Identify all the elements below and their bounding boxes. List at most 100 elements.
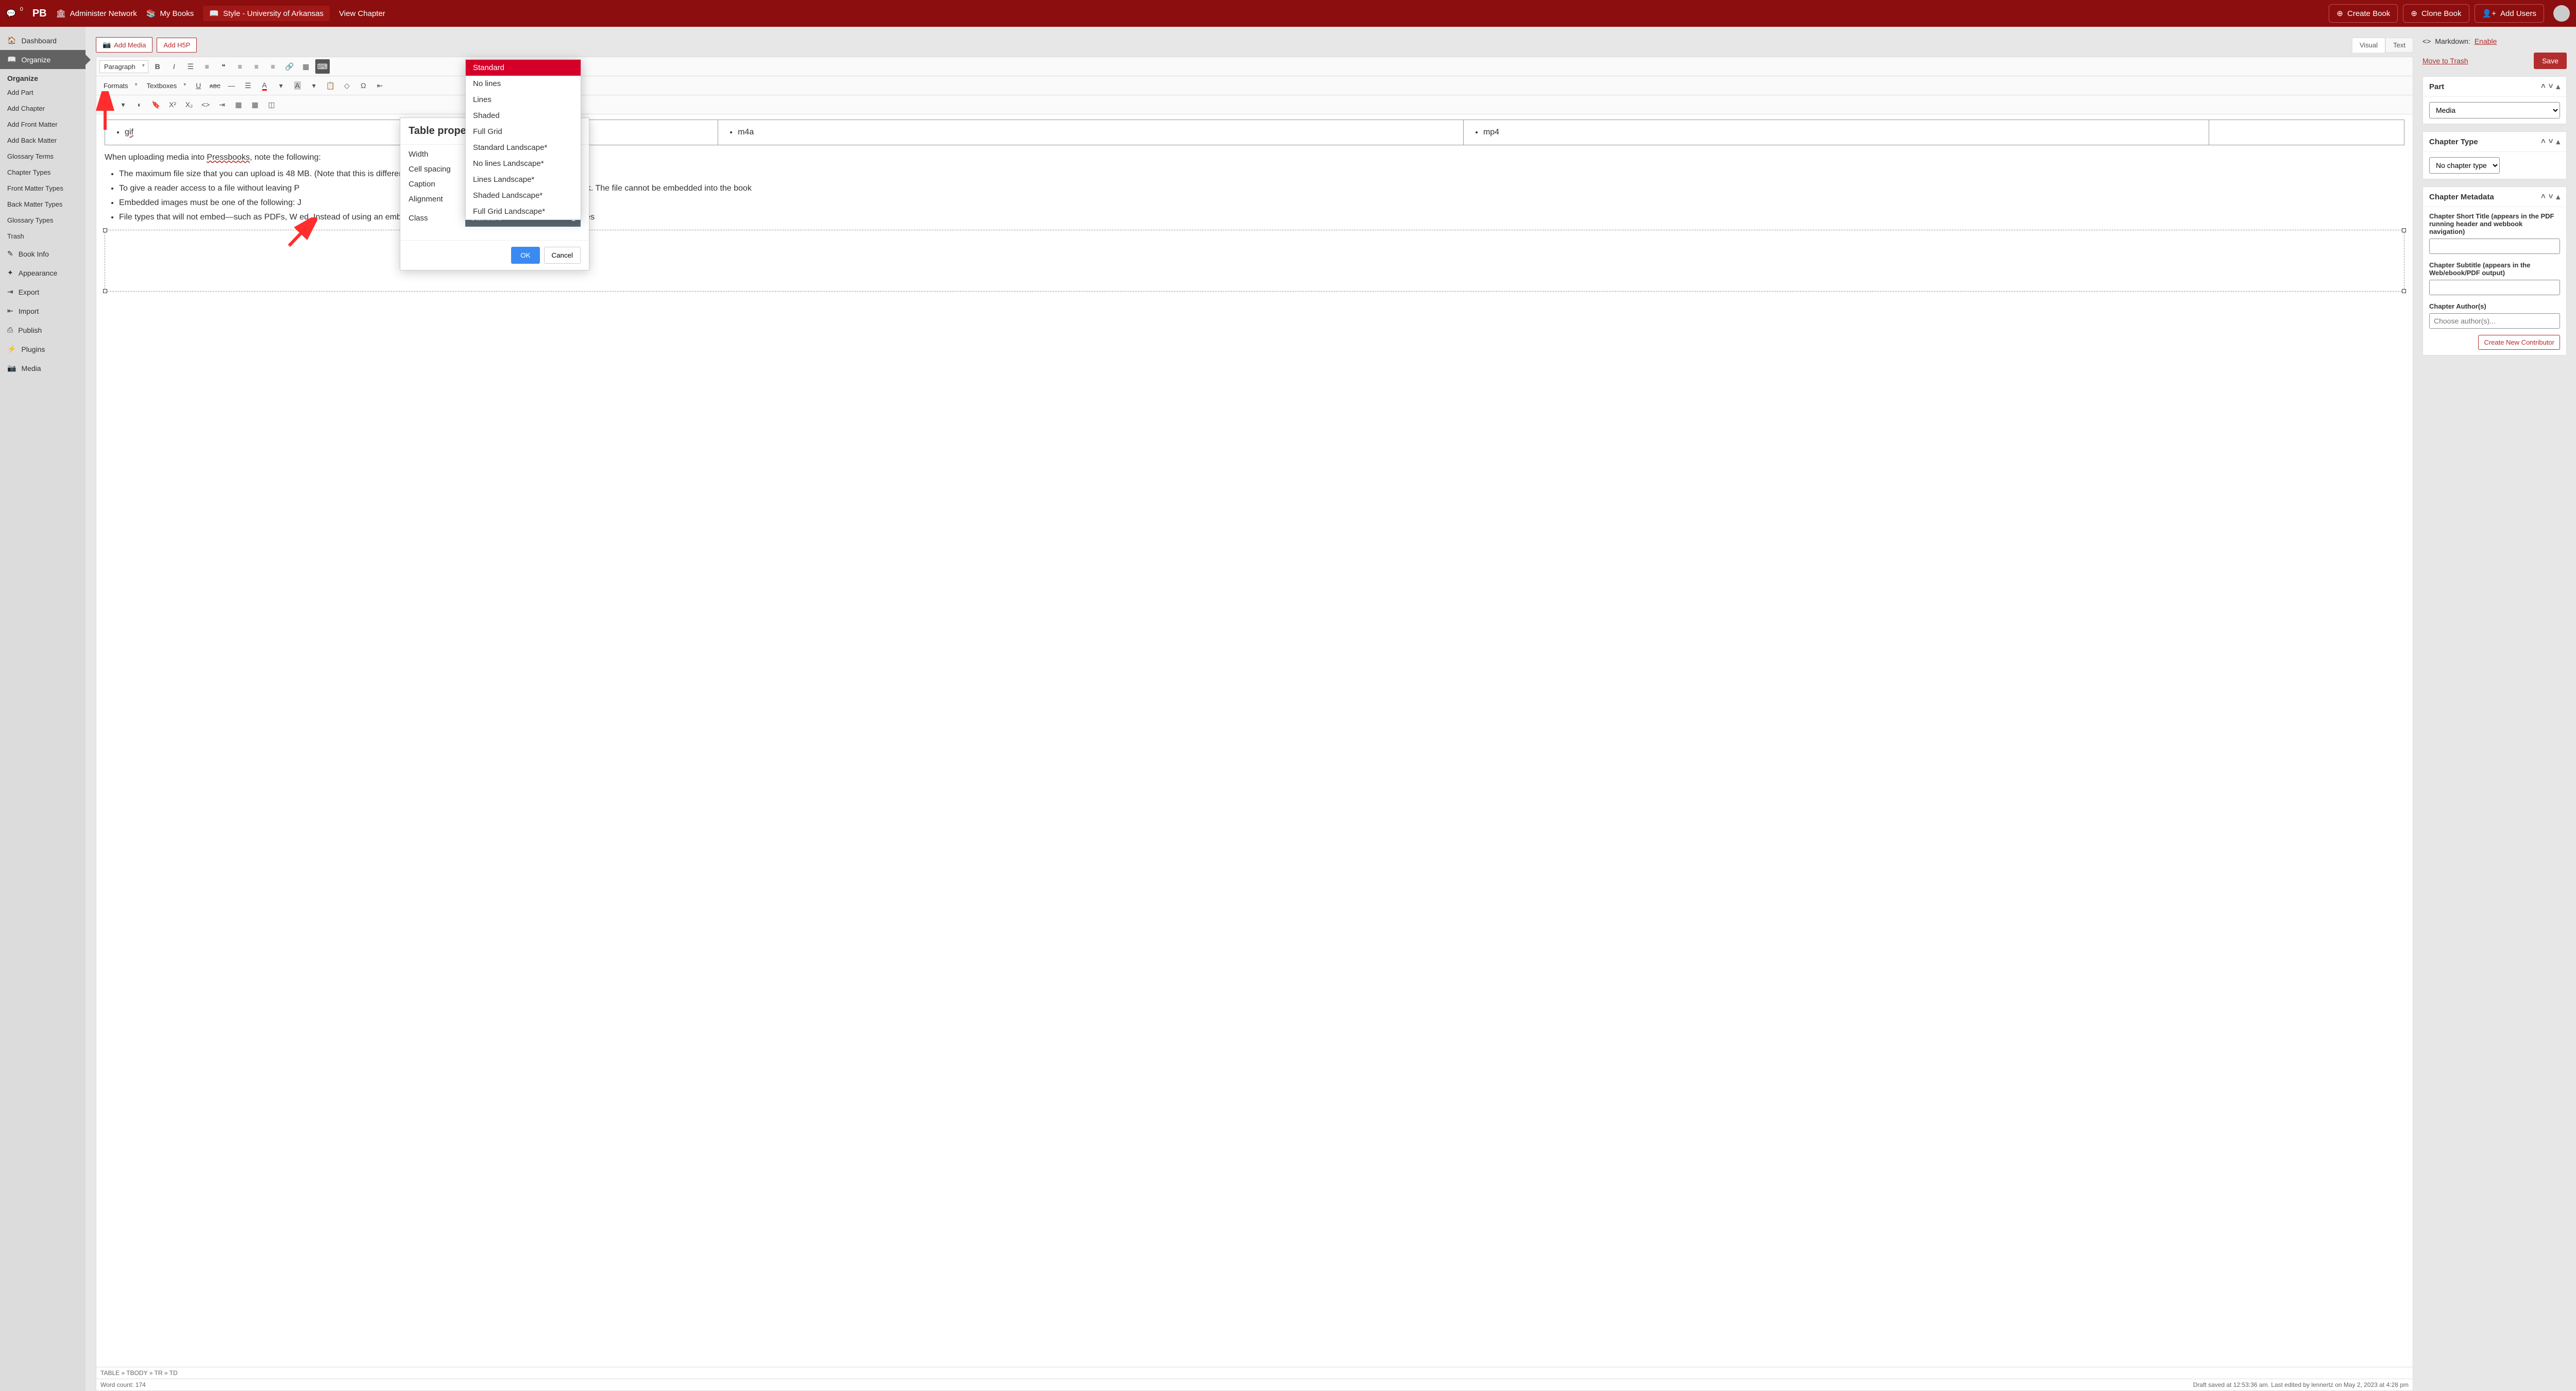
caret-up-icon[interactable]: ▴ [2556, 82, 2560, 91]
dropdown-item[interactable]: Lines [466, 92, 581, 108]
bold-button[interactable]: B [150, 59, 165, 74]
dropdown-item[interactable]: No lines [466, 76, 581, 92]
number-list-button[interactable]: ≡ [200, 59, 214, 74]
omega-button[interactable]: Ω [356, 78, 370, 93]
chevron-up-icon[interactable]: ˄ [2541, 137, 2546, 146]
chaptertype-head[interactable]: Chapter Type ˄ ˅ ▴ [2423, 132, 2566, 152]
justify-button[interactable]: ☰ [241, 78, 255, 93]
path-bar[interactable]: TABLE » TBODY » TR » TD [96, 1367, 2413, 1379]
align-center-button[interactable]: ≡ [249, 59, 264, 74]
resize-handle[interactable] [103, 228, 107, 232]
trash[interactable]: Trash [0, 228, 86, 244]
add-back-matter[interactable]: Add Back Matter [0, 132, 86, 148]
move-to-trash[interactable]: Move to Trash [2422, 57, 2468, 65]
dropdown-item[interactable]: Standard [466, 60, 581, 76]
sidebar-dashboard[interactable]: 🏠 Dashboard [0, 31, 86, 50]
dropdown-item[interactable]: No lines Landscape* [466, 156, 581, 172]
textcolor-button[interactable]: A [257, 78, 272, 93]
sidebar-appearance[interactable]: ✦ Appearance [0, 263, 86, 282]
table-cell[interactable]: mp4 [1463, 120, 2209, 145]
code-button[interactable]: <> [198, 97, 213, 112]
caret-up-icon[interactable]: ▴ [2556, 137, 2560, 146]
pie-icon[interactable]: ◐ [132, 97, 147, 112]
quote-button[interactable]: ❝ [216, 59, 231, 74]
layout-icon[interactable]: ◫ [264, 97, 279, 112]
view-chapter[interactable]: View Chapter [339, 9, 385, 18]
clear-format-button[interactable]: ◇ [340, 78, 354, 93]
add-users-button[interactable]: 👤+ Add Users [2475, 4, 2544, 23]
hr-button[interactable]: — [224, 78, 239, 93]
part-panel-head[interactable]: Part ˄ ˅ ▴ [2423, 77, 2566, 97]
sidebar-media[interactable]: 📷 Media [0, 359, 86, 378]
add-part[interactable]: Add Part [0, 84, 86, 100]
tab-text[interactable]: Text [2385, 38, 2413, 53]
formats-select[interactable]: Formats [99, 80, 141, 92]
glossary-types[interactable]: Glossary Types [0, 212, 86, 228]
chevron-up-icon[interactable]: ˄ [2541, 192, 2546, 201]
grid2-icon[interactable]: ▦ [248, 97, 262, 112]
add-media-button[interactable]: 📷 Add Media [96, 37, 152, 53]
glossary-terms[interactable]: Glossary Terms [0, 148, 86, 164]
dropdown-item[interactable]: Shaded [466, 108, 581, 124]
user-avatar[interactable] [2553, 5, 2570, 22]
bgcolor-chevron[interactable]: ▾ [307, 78, 321, 93]
chevron-down-icon[interactable]: ˅ [2549, 192, 2553, 201]
add-h5p-button[interactable]: Add H5P [157, 38, 197, 53]
sidebar-import[interactable]: ⇤ Import [0, 301, 86, 320]
dropdown-item[interactable]: Full Grid Landscape* [466, 203, 581, 219]
resize-handle[interactable] [2402, 289, 2406, 293]
sidebar-book-info[interactable]: ✎ Book Info [0, 244, 86, 263]
outdent-button[interactable]: ⇤ [372, 78, 387, 93]
front-matter-types[interactable]: Front Matter Types [0, 180, 86, 196]
comments-link[interactable]: 💬 0 [6, 9, 23, 18]
bookmark-icon[interactable]: 🔖 [149, 97, 163, 112]
authors-input[interactable] [2429, 313, 2560, 329]
clone-book-button[interactable]: ⊕ Clone Book [2403, 4, 2469, 23]
markdown-enable-link[interactable]: Enable [2475, 37, 2497, 45]
grid1-icon[interactable]: ▦ [231, 97, 246, 112]
subscript-button[interactable]: X₂ [182, 97, 196, 112]
strike-button[interactable]: ᴀʙᴄ [208, 78, 222, 93]
back-matter-types[interactable]: Back Matter Types [0, 196, 86, 212]
table-cell[interactable]: m4a [718, 120, 1464, 145]
editor-body[interactable]: gif m4a mp4 When uploading media into Pr… [96, 114, 2413, 1367]
indent-button[interactable]: ⇥ [215, 97, 229, 112]
align-right-button[interactable]: ≡ [266, 59, 280, 74]
bgcolor-button[interactable]: A [290, 78, 304, 93]
chevron-down-icon[interactable]: ˅ [2549, 82, 2553, 91]
dropdown-item[interactable]: Shaded Landscape* [466, 188, 581, 203]
keyboard-button[interactable]: ⌨ [315, 59, 330, 74]
create-book-button[interactable]: ⊕ Create Book [2329, 4, 2398, 23]
ok-button[interactable]: OK [511, 247, 539, 264]
textboxes-select[interactable]: Textboxes [143, 80, 190, 92]
textcolor-chevron[interactable]: ▾ [274, 78, 288, 93]
cancel-button[interactable]: Cancel [544, 247, 581, 264]
logo[interactable]: PB [32, 8, 47, 20]
dropdown-item[interactable]: Standard Landscape* [466, 140, 581, 156]
align-left-button[interactable]: ≡ [233, 59, 247, 74]
part-select[interactable]: Media [2429, 102, 2560, 118]
more-button[interactable]: ▦ [299, 59, 313, 74]
paragraph-select[interactable]: Paragraph [99, 60, 148, 73]
sidebar-export[interactable]: ⇥ Export [0, 282, 86, 301]
dropdown-item[interactable]: Full Grid [466, 124, 581, 140]
dropdown-item[interactable]: Lines Landscape* [466, 172, 581, 188]
metadata-head[interactable]: Chapter Metadata ˄ ˅ ▴ [2423, 187, 2566, 207]
save-button[interactable]: Save [2534, 53, 2567, 69]
link-button[interactable]: 🔗 [282, 59, 297, 74]
sidebar-organize[interactable]: 📖 Organize [0, 50, 86, 69]
tab-visual[interactable]: Visual [2352, 38, 2385, 53]
subtitle-input[interactable] [2429, 280, 2560, 295]
underline-button[interactable]: U [191, 78, 206, 93]
table-cell[interactable] [2209, 120, 2404, 145]
current-book[interactable]: 📖 Style - University of Arkansas [203, 6, 330, 21]
sidebar-plugins[interactable]: ⚡ Plugins [0, 340, 86, 359]
add-chapter[interactable]: Add Chapter [0, 100, 86, 116]
my-books[interactable]: 📚 My Books [146, 9, 194, 18]
italic-button[interactable]: I [167, 59, 181, 74]
caret-up-icon[interactable]: ▴ [2556, 192, 2560, 201]
chevron-up-icon[interactable]: ˄ [2541, 82, 2546, 91]
create-contributor-button[interactable]: Create New Contributor [2478, 335, 2560, 350]
short-title-input[interactable] [2429, 239, 2560, 254]
superscript-button[interactable]: X² [165, 97, 180, 112]
